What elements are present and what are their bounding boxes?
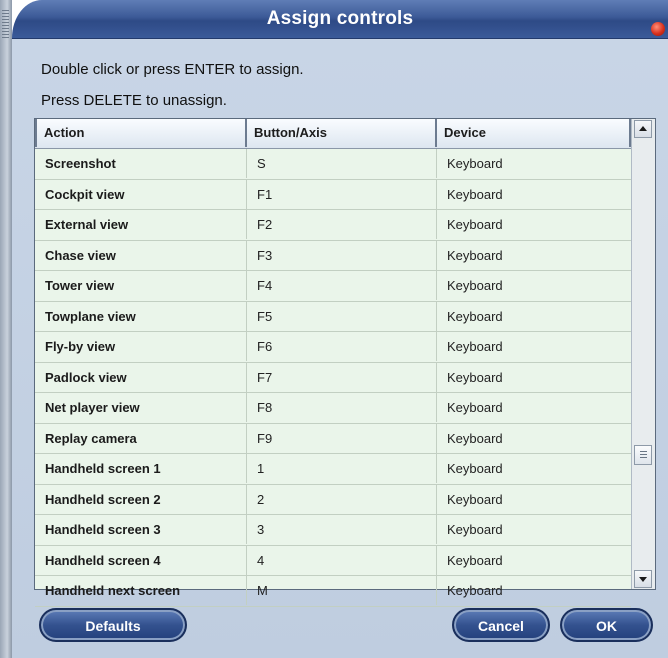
button-axis-cell: 2 [247,484,437,514]
vertical-scrollbar[interactable] [631,119,655,589]
resize-grip-icon[interactable] [2,10,9,40]
scroll-thumb[interactable] [634,445,652,465]
action-cell: Replay camera [35,423,247,453]
action-cell: External view [35,210,247,239]
table-row[interactable]: Replay camera F9 Keyboard [35,423,631,454]
button-axis-cell: F1 [247,179,437,209]
device-cell: Keyboard [447,278,503,293]
table-header: Action Button/Axis Device [35,119,631,149]
button-axis-cell: F7 [247,362,437,392]
scroll-up-icon [639,126,647,131]
window-left-edge [0,0,12,658]
button-axis-cell: 3 [247,515,437,544]
table-row[interactable]: Handheld screen 2 2 Keyboard [35,484,631,515]
close-icon[interactable] [651,22,665,36]
device-cell: Keyboard [447,552,503,568]
device-cell: Keyboard [447,400,503,415]
scroll-down-icon [639,577,647,582]
scroll-up-button[interactable] [634,120,652,138]
table-row[interactable]: Handheld screen 1 1 Keyboard [35,454,631,485]
table-row[interactable]: Fly-by view F6 Keyboard [35,332,631,363]
table-row[interactable]: Handheld screen 3 3 Keyboard [35,515,631,546]
button-axis-cell: M [247,576,437,605]
button-axis-cell: F9 [247,423,437,453]
instruction-unassign: Press DELETE to unassign. [41,92,227,109]
scroll-thumb-grip-icon [640,451,647,459]
ok-button[interactable]: OK [560,608,653,642]
column-header-device[interactable]: Device [437,119,631,147]
device-cell: Keyboard [447,217,503,232]
defaults-button[interactable]: Defaults [39,608,187,642]
instruction-assign: Double click or press ENTER to assign. [41,61,304,78]
action-cell: Fly-by view [35,332,247,361]
table-row[interactable]: External view F2 Keyboard [35,210,631,241]
device-cell: Keyboard [447,522,503,537]
button-axis-cell: F5 [247,301,437,331]
action-cell: Cockpit view [35,179,247,209]
device-cell: Keyboard [447,491,503,507]
action-cell: Tower view [35,271,247,300]
action-cell: Net player view [35,393,247,422]
device-cell: Keyboard [447,156,503,171]
device-cell: Keyboard [447,430,503,446]
table-row[interactable]: Padlock view F7 Keyboard [35,362,631,393]
action-cell: Chase view [35,240,247,270]
action-cell: Handheld screen 2 [35,484,247,514]
device-cell: Keyboard [447,247,503,263]
button-axis-cell: F3 [247,240,437,270]
table-row[interactable]: Handheld screen 4 4 Keyboard [35,545,631,576]
table-row[interactable]: Handheld next screen M Keyboard [35,576,631,607]
table-row[interactable]: Chase view F3 Keyboard [35,240,631,271]
action-cell: Handheld next screen [35,576,247,605]
table-row[interactable]: Tower view F4 Keyboard [35,271,631,302]
device-cell: Keyboard [447,308,503,324]
title-bar[interactable]: Assign controls [12,0,668,39]
action-cell: Screenshot [35,149,247,178]
device-cell: Keyboard [447,583,503,598]
button-axis-cell: F8 [247,393,437,422]
table-body: Screenshot S Keyboard Cockpit view F1 Keyboar… [35,149,631,607]
column-header-action[interactable]: Action [35,119,247,147]
assign-controls-window: Assign controls Double click or press EN… [0,0,668,658]
device-cell: Keyboard [447,186,503,202]
window-title: Assign controls [266,8,414,29]
cancel-button[interactable]: Cancel [452,608,550,642]
scroll-down-button[interactable] [634,570,652,588]
table-row[interactable]: Net player view F8 Keyboard [35,393,631,424]
button-axis-cell: 1 [247,454,437,483]
device-cell: Keyboard [447,369,503,385]
table-row[interactable]: Cockpit view F1 Keyboard [35,179,631,210]
table-row[interactable]: Towplane view F5 Keyboard [35,301,631,332]
action-cell: Handheld screen 1 [35,454,247,483]
column-header-button-axis[interactable]: Button/Axis [247,119,437,147]
button-axis-cell: 4 [247,545,437,575]
device-cell: Keyboard [447,339,503,354]
action-cell: Towplane view [35,301,247,331]
controls-table: Action Button/Axis Device Screenshot S Key… [34,118,656,607]
table-row[interactable]: Screenshot S Keyboard [35,149,631,180]
device-cell: Keyboard [447,461,503,476]
button-axis-cell: F4 [247,271,437,300]
button-axis-cell: F6 [247,332,437,361]
button-axis-cell: F2 [247,210,437,239]
action-cell: Handheld screen 4 [35,545,247,575]
button-axis-cell: S [247,149,437,178]
action-cell: Handheld screen 3 [35,515,247,544]
action-cell: Padlock view [35,362,247,392]
